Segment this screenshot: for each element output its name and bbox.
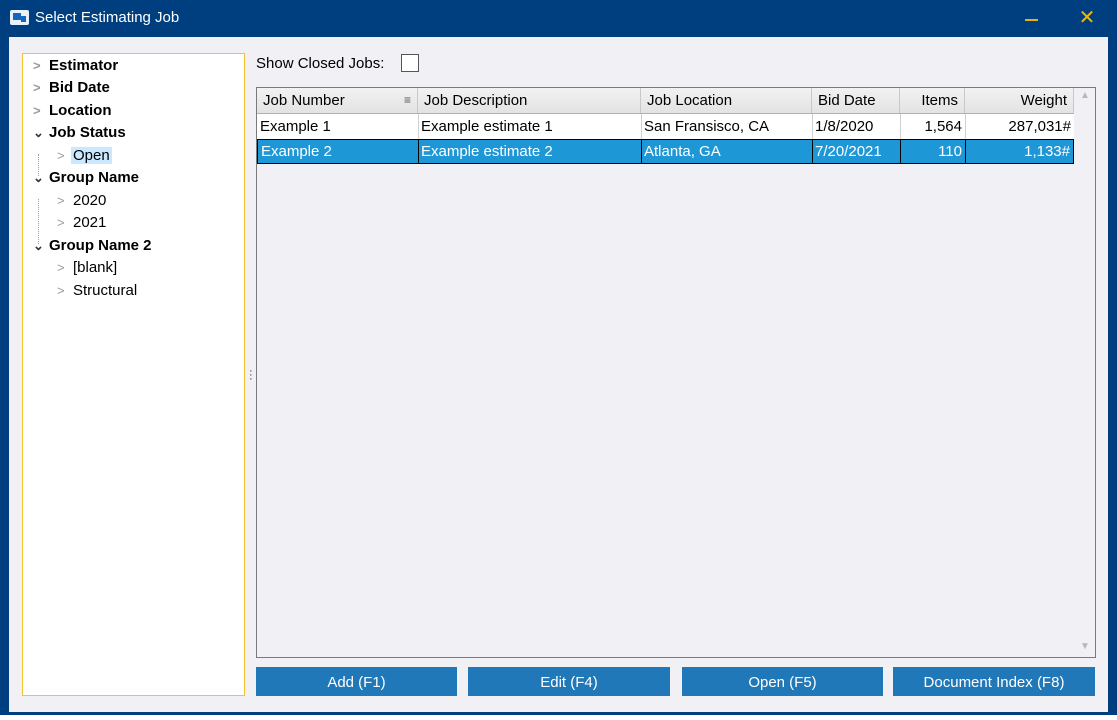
tree-node-open[interactable]: > Open: [57, 145, 112, 167]
open-button[interactable]: Open (F5): [682, 667, 883, 696]
cell-bid-date: 7/20/2021: [815, 143, 882, 160]
tree-node-label: Location: [49, 102, 112, 119]
cell-weight: 1,133#: [1024, 143, 1070, 160]
grid-header: Job Number ≡ Job Description Job Locatio…: [257, 88, 1074, 114]
scroll-down-arrow-icon[interactable]: ▼: [1076, 641, 1094, 657]
column-header-weight[interactable]: Weight: [965, 88, 1074, 113]
app-icon: [10, 10, 29, 25]
chevron-right-icon[interactable]: >: [57, 190, 71, 212]
column-header-label: Job Location: [647, 92, 733, 109]
cell-items: 110: [938, 143, 962, 160]
chevron-right-icon[interactable]: >: [33, 55, 47, 77]
close-icon[interactable]: ✕: [1074, 6, 1100, 32]
chevron-right-icon[interactable]: >: [33, 77, 47, 99]
minimize-icon[interactable]: [1020, 6, 1046, 32]
tree-node-label: Bid Date: [49, 79, 110, 96]
add-button[interactable]: Add (F1): [256, 667, 457, 696]
tree-node-label: 2020: [73, 192, 107, 209]
window: Select Estimating Job ✕ > Estimator > Bid …: [0, 0, 1117, 715]
column-header-bid-date[interactable]: Bid Date: [812, 88, 900, 113]
tree-node-label: Group Name 2: [49, 237, 152, 254]
tree-node-structural[interactable]: > Structural: [57, 280, 139, 302]
tree-node-label: 2021: [73, 214, 107, 231]
document-index-button[interactable]: Document Index (F8): [893, 667, 1095, 696]
tree-node-estimator[interactable]: > Estimator: [33, 55, 120, 77]
tree-node-label: Job Status: [49, 124, 126, 141]
cell-job-location: Atlanta, GA: [644, 143, 721, 160]
cell-job-number: Example 1: [260, 118, 331, 135]
column-header-job-location[interactable]: Job Location: [641, 88, 812, 113]
cell-weight: 287,031#: [1008, 118, 1071, 135]
filter-tree[interactable]: > Estimator > Bid Date > Location ⌄ Job Stat…: [22, 53, 245, 696]
column-header-job-number[interactable]: Job Number ≡: [257, 88, 418, 113]
chevron-down-icon[interactable]: ⌄: [33, 235, 47, 257]
column-header-label: Job Number: [263, 92, 345, 109]
tree-node-2021[interactable]: >2021: [57, 212, 108, 234]
tree-node-label: [blank]: [73, 259, 118, 276]
column-header-label: Items: [921, 92, 958, 109]
title-bar: Select Estimating Job ✕: [0, 0, 1117, 37]
cell-job-description: Example estimate 2: [421, 143, 553, 160]
tree-node-label: Estimator: [49, 57, 119, 74]
tree-node-2020[interactable]: >2020: [57, 190, 108, 212]
splitter-handle[interactable]: · · ·: [249, 366, 253, 385]
chevron-right-icon[interactable]: >: [57, 257, 71, 279]
cell-job-number: Example 2: [261, 143, 332, 160]
table-row[interactable]: Example 1 Example estimate 1 San Fransis…: [257, 114, 1074, 139]
chevron-right-icon[interactable]: >: [57, 280, 71, 302]
tree-node-group-name[interactable]: ⌄ Group Name: [33, 167, 141, 189]
show-closed-jobs-checkbox[interactable]: [401, 54, 419, 72]
column-header-job-description[interactable]: Job Description: [418, 88, 641, 113]
tree-node-bid-date[interactable]: > Bid Date: [33, 77, 112, 99]
chevron-down-icon[interactable]: ⌄: [33, 122, 47, 144]
column-header-label: Job Description: [424, 92, 528, 109]
chevron-right-icon[interactable]: >: [57, 212, 71, 234]
column-header-items[interactable]: Items: [900, 88, 965, 113]
tree-node-blank[interactable]: > [blank]: [57, 257, 119, 279]
chevron-right-icon[interactable]: >: [57, 145, 71, 167]
show-closed-jobs-label: Show Closed Jobs:: [256, 55, 385, 72]
tree-node-label: Group Name: [49, 169, 140, 186]
cell-bid-date: 1/8/2020: [815, 118, 874, 135]
cell-job-location: San Fransisco, CA: [644, 118, 770, 135]
column-header-label: Bid Date: [818, 92, 876, 109]
jobs-grid[interactable]: Job Number ≡ Job Description Job Locatio…: [256, 87, 1096, 658]
tree-node-label: Structural: [73, 282, 138, 299]
tree-node-label: Open: [71, 147, 112, 164]
sort-ascending-icon: ≡: [403, 93, 411, 107]
cell-job-description: Example estimate 1: [421, 118, 553, 135]
tree-node-job-status[interactable]: ⌄ Job Status: [33, 122, 128, 144]
column-header-label: Weight: [1020, 92, 1067, 109]
dialog-client-area: > Estimator > Bid Date > Location ⌄ Job Stat…: [9, 37, 1108, 712]
window-title: Select Estimating Job: [35, 9, 180, 26]
chevron-down-icon[interactable]: ⌄: [33, 167, 47, 189]
table-row-selected[interactable]: Example 2 Example estimate 2 Atlanta, GA…: [257, 139, 1074, 164]
cell-items: 1,564: [924, 118, 962, 135]
scroll-up-arrow-icon[interactable]: ▲: [1076, 90, 1094, 106]
chevron-right-icon[interactable]: >: [33, 100, 47, 122]
tree-node-group-name-2[interactable]: ⌄ Group Name 2: [33, 235, 154, 257]
edit-button[interactable]: Edit (F4): [468, 667, 670, 696]
tree-node-location[interactable]: > Location: [33, 100, 114, 122]
